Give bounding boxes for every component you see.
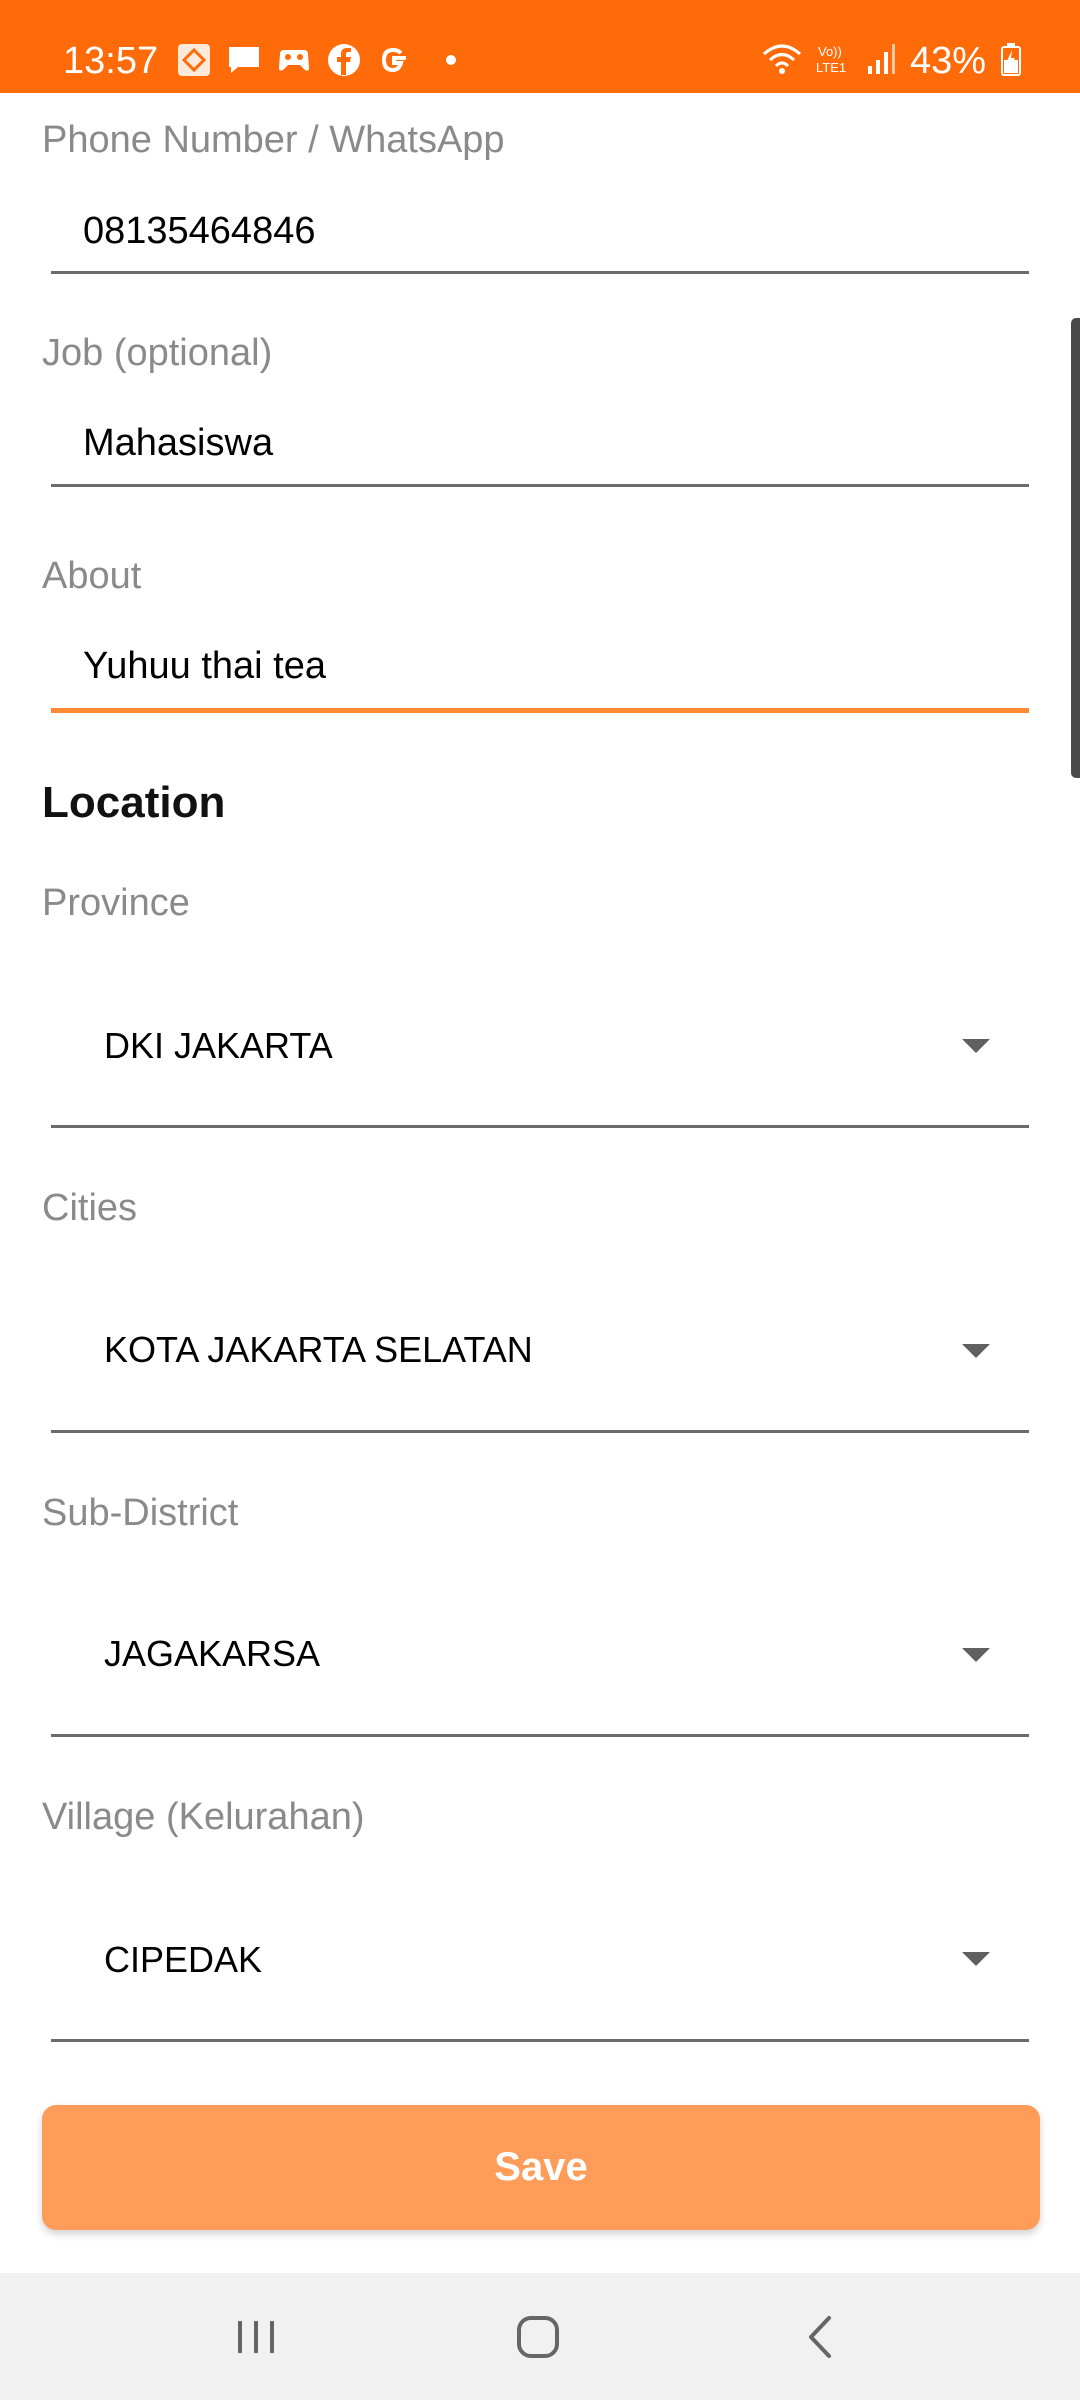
city-underline [51,1430,1029,1433]
battery-icon [1000,42,1022,81]
sub-district-label: Sub-District [42,1492,239,1534]
back-icon [809,2316,831,2358]
save-button[interactable]: Save [42,2105,1040,2230]
navigation-bar [0,2273,1080,2400]
status-time: 13:57 [63,40,159,82]
status-bar: 13:57 Vo)) LTE1 43% [0,0,1080,93]
facebook-icon [326,42,362,78]
phone-input[interactable]: 08135464846 [83,208,315,254]
recents-icon [238,2321,274,2353]
sub-district-selected-value[interactable]: JAGAKARSA [104,1632,320,1676]
job-label: Job (optional) [42,332,273,374]
system-status-icons: Vo)) LTE1 43% [762,38,1022,84]
notification-icons [176,40,456,80]
province-selected-value[interactable]: DKI JAKARTA [104,1024,333,1068]
svg-text:LTE1: LTE1 [816,60,846,75]
signal-icon [866,42,896,81]
about-label: About [42,555,142,597]
province-underline [51,1125,1029,1128]
phone-underline [51,271,1029,274]
save-button-label: Save [494,2145,588,2189]
wifi-icon [762,42,802,81]
game-icon [276,42,312,78]
about-input[interactable]: Yuhuu thai tea [83,643,326,689]
village-underline [51,2039,1029,2042]
about-underline-focused [51,708,1029,713]
job-underline [51,484,1029,487]
caret-down-icon[interactable] [962,1648,990,1662]
recents-button[interactable] [196,2293,316,2381]
job-input[interactable]: Mahasiswa [83,420,273,466]
scrollbar-thumb[interactable] [1071,318,1080,778]
village-label: Village (Kelurahan) [42,1796,365,1838]
google-icon [376,42,412,78]
battery-percent: 43% [909,40,986,82]
home-icon [517,2316,559,2358]
caret-down-icon[interactable] [962,1344,990,1358]
caret-down-icon[interactable] [962,1039,990,1053]
phone-label: Phone Number / WhatsApp [42,119,505,161]
caret-down-icon[interactable] [962,1952,990,1966]
village-selected-value[interactable]: CIPEDAK [104,1938,262,1982]
more-notifications-dot [446,55,456,65]
message-icon [226,42,262,78]
app-icon [176,42,212,78]
city-label: Cities [42,1187,138,1229]
city-selected-value[interactable]: KOTA JAKARTA SELATAN [104,1328,533,1372]
province-label: Province [42,882,190,924]
home-button[interactable] [478,2293,598,2381]
location-section-title: Location [42,778,226,827]
volte-icon: Vo)) LTE1 [816,42,852,81]
svg-text:Vo)): Vo)) [818,44,842,59]
sub-district-underline [51,1734,1029,1737]
back-button[interactable] [760,2293,880,2381]
